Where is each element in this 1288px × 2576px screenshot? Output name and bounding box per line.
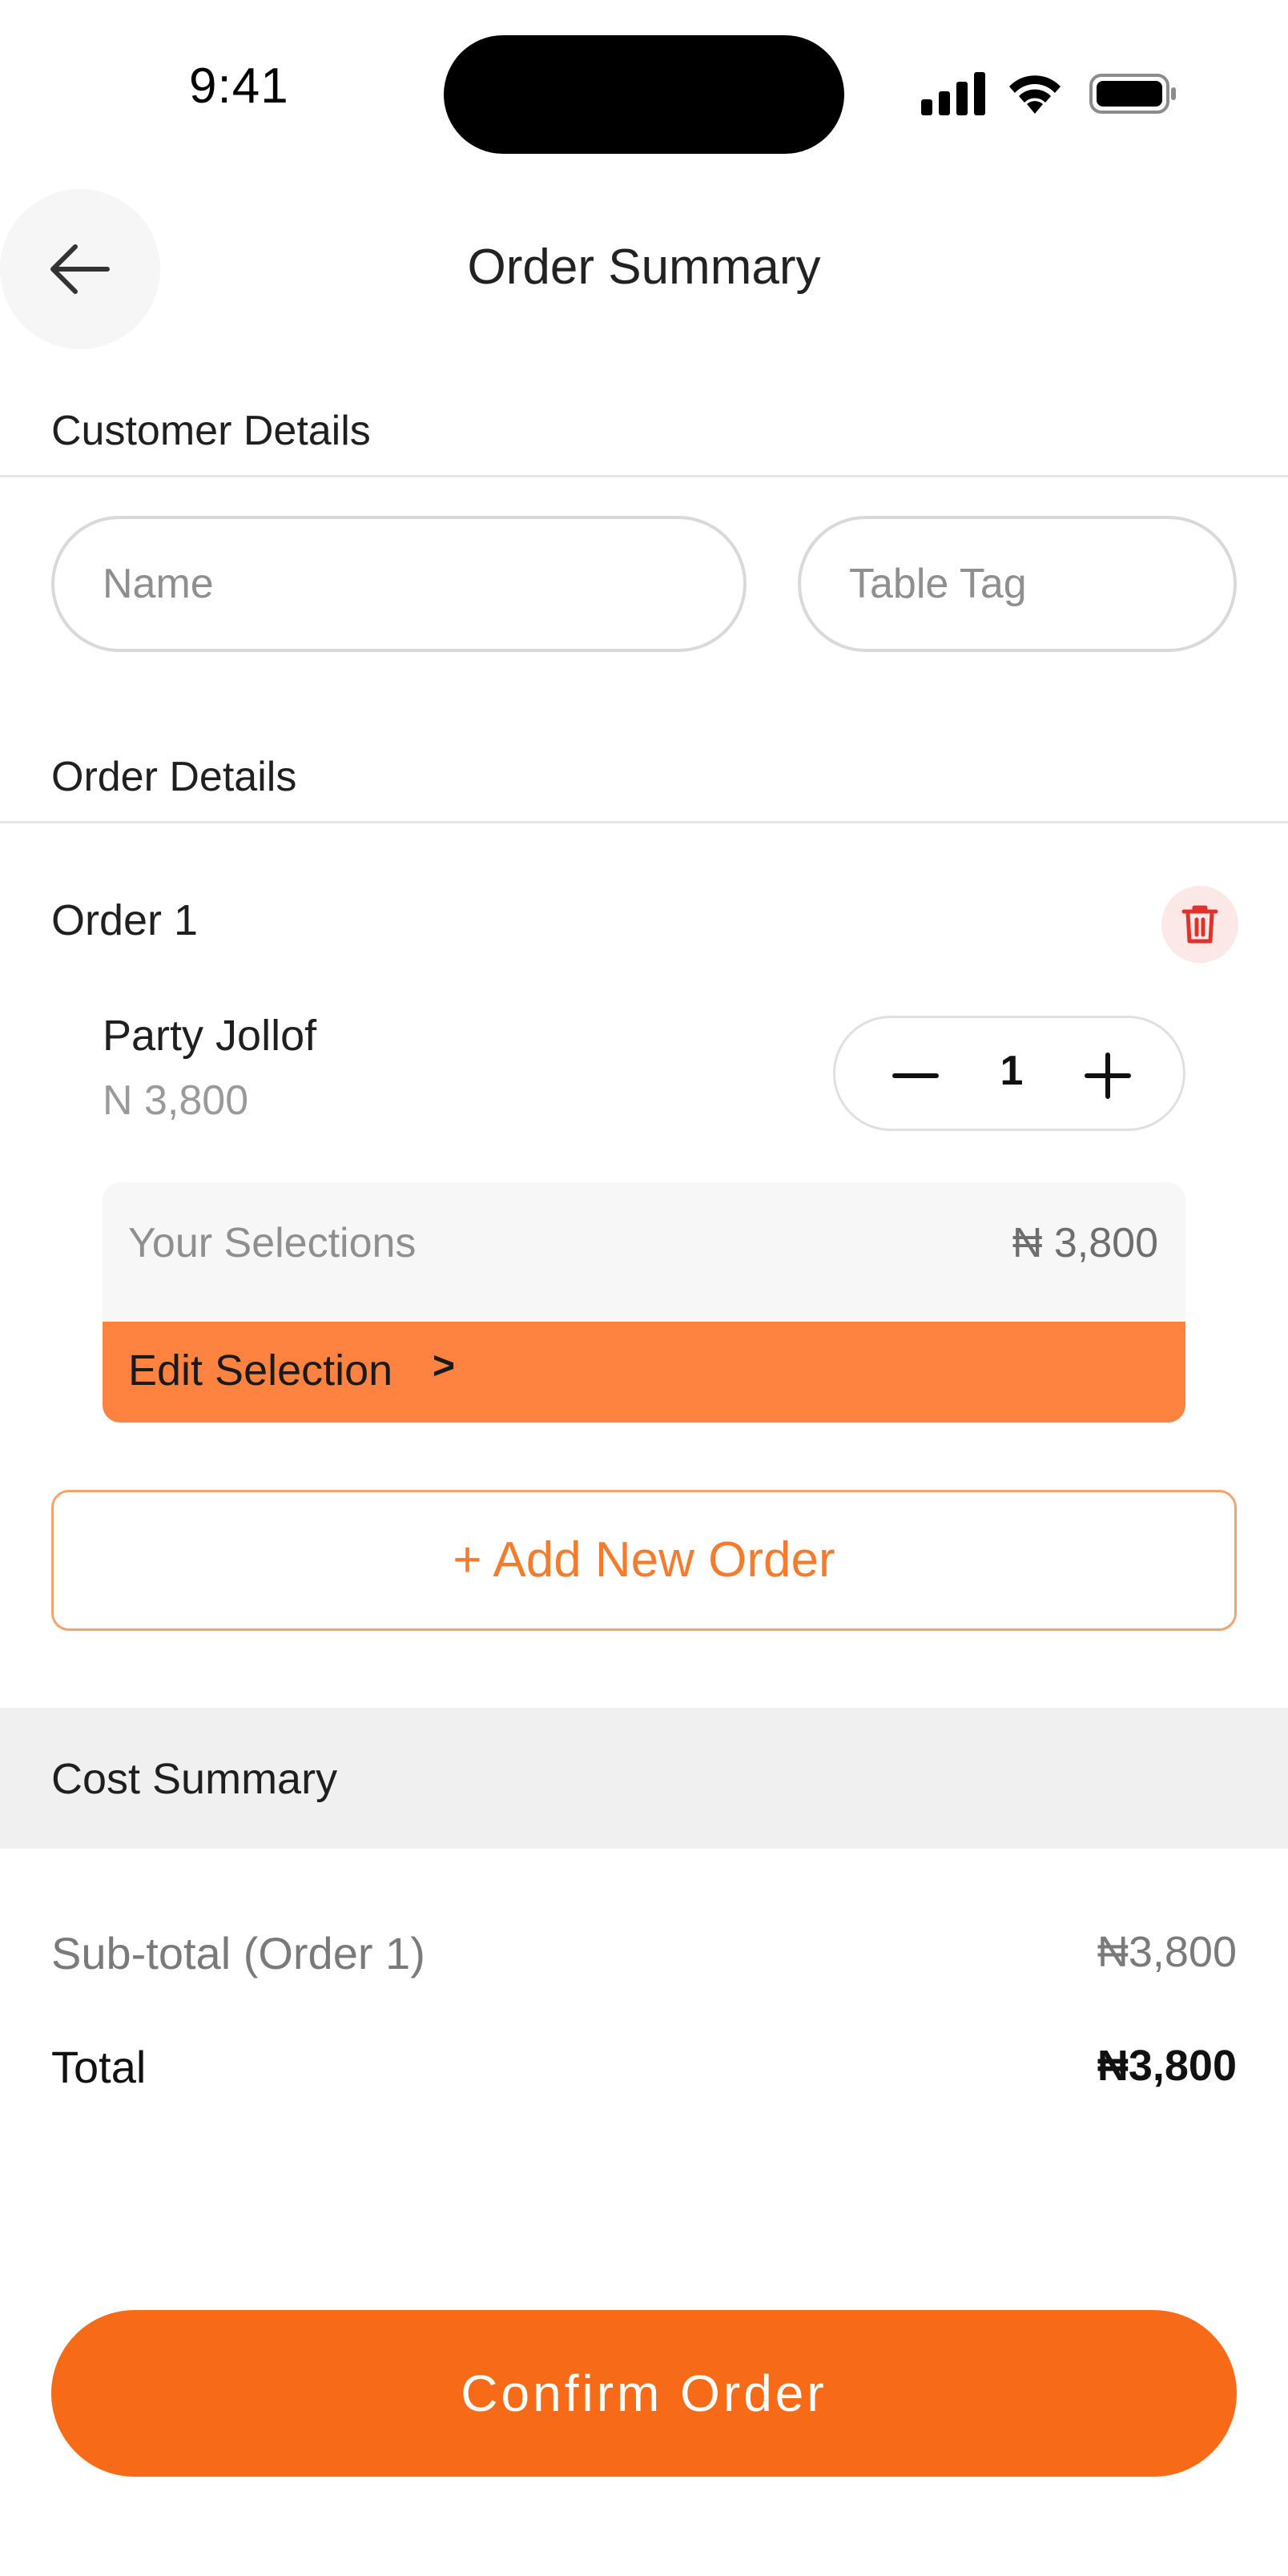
- name-input[interactable]: [51, 516, 747, 652]
- status-icons: [921, 69, 1177, 117]
- total-label: Total: [51, 2042, 147, 2092]
- status-time: 9:41: [189, 58, 289, 114]
- cost-summary-heading: Cost Summary: [51, 1755, 338, 1803]
- cellular-signal-icon: [921, 72, 985, 115]
- divider: [0, 821, 1288, 823]
- selections-price: ₦ 3,800: [1012, 1220, 1158, 1266]
- order-label: Order 1: [51, 896, 199, 944]
- delete-order-button[interactable]: [1161, 886, 1238, 963]
- edit-selection-button[interactable]: Edit Selection >: [103, 1322, 1185, 1423]
- subtotal-label: Sub-total (Order 1): [51, 1928, 425, 1978]
- add-new-order-button[interactable]: + Add New Order: [51, 1490, 1237, 1631]
- divider: [0, 475, 1288, 477]
- selections-label: Your Selections: [128, 1220, 417, 1266]
- customer-details-heading: Customer Details: [51, 408, 371, 454]
- cost-summary-header: Cost Summary: [0, 1708, 1288, 1849]
- edit-selection-label: Edit Selection: [128, 1346, 393, 1395]
- back-button[interactable]: [0, 189, 160, 349]
- selections-card: Your Selections ₦ 3,800 Edit Selection >: [103, 1182, 1185, 1423]
- arrow-left-icon: [50, 244, 110, 294]
- wifi-icon: [1009, 75, 1061, 114]
- quantity-value: 1: [1000, 1048, 1024, 1094]
- total-value: ₦3,800: [1097, 2042, 1237, 2090]
- table-tag-input[interactable]: [798, 516, 1237, 652]
- quantity-stepper: 1: [833, 1016, 1185, 1131]
- plus-icon: [1085, 1053, 1131, 1099]
- increase-quantity-button[interactable]: [1068, 1036, 1148, 1116]
- subtotal-value: ₦3,800: [1097, 1928, 1237, 1976]
- confirm-order-button[interactable]: Confirm Order: [51, 2310, 1237, 2477]
- dynamic-island: [444, 35, 844, 154]
- battery-icon: [1089, 74, 1176, 114]
- item-price: N 3,800: [103, 1077, 249, 1124]
- decrease-quantity-button[interactable]: [875, 1036, 956, 1116]
- item-name: Party Jollof: [103, 1012, 317, 1060]
- minus-icon: [892, 1073, 939, 1078]
- page-title: Order Summary: [467, 239, 821, 295]
- trash-icon: [1181, 905, 1218, 944]
- order-details-heading: Order Details: [51, 754, 297, 800]
- chevron-right-icon: >: [433, 1345, 456, 1387]
